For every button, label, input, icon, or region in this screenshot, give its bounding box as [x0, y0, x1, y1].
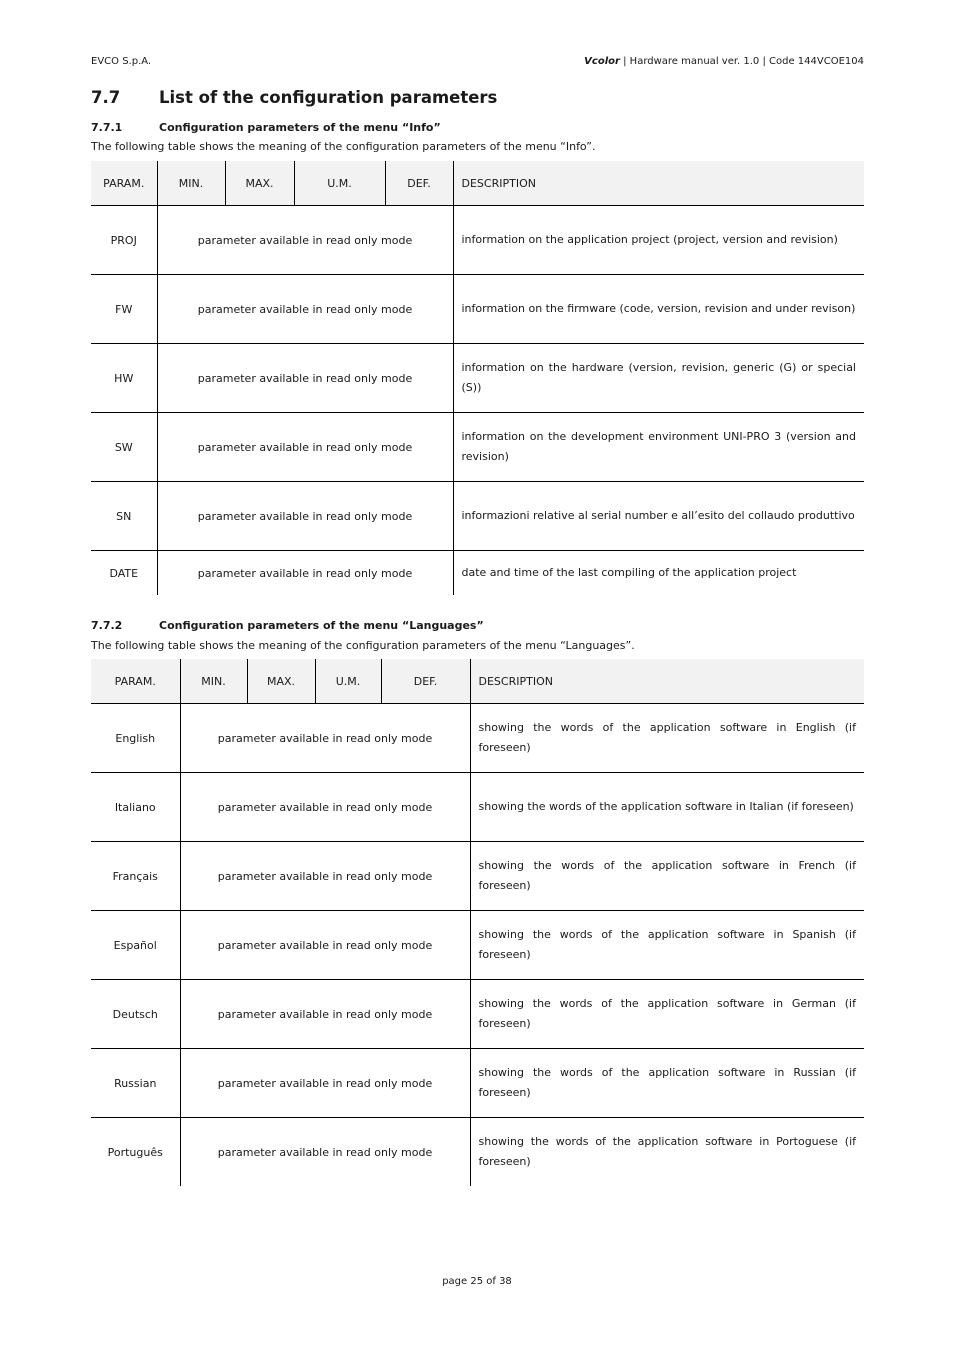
column-header-def: DEF. — [384, 161, 453, 206]
table-row: SN parameter available in read only mode… — [91, 481, 864, 551]
subsection-number: 7.7.1 — [91, 121, 123, 134]
subsection-intro-languages: The following table shows the meaning of… — [91, 639, 635, 652]
description-cell: information on the application project (… — [452, 205, 864, 275]
description-cell: information on the hardware (version, re… — [452, 343, 864, 413]
table-row: DATE parameter available in read only mo… — [91, 550, 864, 595]
value-cell: parameter available in read only mode — [179, 979, 470, 1049]
column-header-max: MAX. — [246, 659, 315, 704]
table-row: English parameter available in read only… — [91, 703, 864, 773]
value-cell: parameter available in read only mode — [179, 841, 470, 911]
value-cell: parameter available in read only mode — [156, 274, 453, 344]
subsection-heading-info: 7.7.1 Configuration parameters of the men… — [91, 121, 441, 134]
param-cell: PROJ — [91, 205, 157, 275]
value-cell: parameter available in read only mode — [179, 1048, 470, 1118]
section-title: List of the configuration parameters — [159, 88, 498, 107]
subsection-heading-languages: 7.7.2 Configuration parameters of the men… — [91, 619, 484, 632]
param-cell: Italiano — [91, 772, 180, 842]
header-product: Vcolor — [584, 56, 620, 67]
description-cell: information on the firmware (code, versi… — [452, 274, 864, 344]
column-header-param: PARAM. — [91, 659, 180, 704]
table-row: FW parameter available in read only mode… — [91, 274, 864, 344]
description-cell: information on the development environme… — [452, 412, 864, 482]
description-cell: date and time of the last compiling of t… — [452, 550, 864, 595]
table-row: HW parameter available in read only mode… — [91, 343, 864, 413]
section-number: 7.7 — [91, 88, 121, 107]
param-cell: Russian — [91, 1048, 180, 1118]
column-header-um: U.M. — [293, 161, 385, 206]
table-header-row: PARAM. MIN. MAX. U.M. DEF. DESCRIPTION — [91, 161, 864, 206]
param-cell: English — [91, 703, 180, 773]
description-cell: showing the words of the application sof… — [469, 772, 864, 842]
description-cell: showing the words of the application sof… — [469, 841, 864, 911]
table-row: PROJ parameter available in read only mo… — [91, 205, 864, 275]
table-row: Deutsch parameter available in read only… — [91, 979, 864, 1049]
param-cell: Deutsch — [91, 979, 180, 1049]
description-cell: showing the words of the application sof… — [469, 1117, 864, 1186]
description-cell: informazioni relative al serial number e… — [452, 481, 864, 551]
param-cell: SW — [91, 412, 157, 482]
header-company: EVCO S.p.A. — [91, 56, 152, 67]
value-cell: parameter available in read only mode — [179, 772, 470, 842]
table-header-row: PARAM. MIN. MAX. U.M. DEF. DESCRIPTION — [91, 659, 864, 704]
column-header-def: DEF. — [380, 659, 470, 704]
column-header-description: DESCRIPTION — [452, 161, 864, 206]
column-header-param: PARAM. — [91, 161, 157, 206]
description-cell: showing the words of the application sof… — [469, 703, 864, 773]
subsection-title: Configuration parameters of the menu “In… — [159, 121, 441, 134]
value-cell: parameter available in read only mode — [156, 343, 453, 413]
description-cell: showing the words of the application sof… — [469, 979, 864, 1049]
value-cell: parameter available in read only mode — [179, 703, 470, 773]
param-cell: Português — [91, 1117, 180, 1186]
table-row: Français parameter available in read onl… — [91, 841, 864, 911]
param-cell: SN — [91, 481, 157, 551]
table-row: Português parameter available in read on… — [91, 1117, 864, 1186]
section-heading: 7.7 List of the configuration parameters — [91, 88, 497, 107]
param-cell: Français — [91, 841, 180, 911]
subsection-title: Configuration parameters of the menu “La… — [159, 619, 484, 632]
param-cell: DATE — [91, 550, 157, 595]
param-cell: Español — [91, 910, 180, 980]
table-row: Español parameter available in read only… — [91, 910, 864, 980]
column-header-description: DESCRIPTION — [469, 659, 864, 704]
subsection-intro-info: The following table shows the meaning of… — [91, 140, 596, 153]
table-row: Italiano parameter available in read onl… — [91, 772, 864, 842]
description-cell: showing the words of the application sof… — [469, 1048, 864, 1118]
description-cell: showing the words of the application sof… — [469, 910, 864, 980]
value-cell: parameter available in read only mode — [156, 205, 453, 275]
value-cell: parameter available in read only mode — [156, 550, 453, 595]
header-manual: | Hardware manual ver. 1.0 | Code 144VCO… — [619, 56, 864, 67]
param-cell: FW — [91, 274, 157, 344]
info-parameters-table: PARAM. MIN. MAX. U.M. DEF. DESCRIPTION P… — [91, 161, 864, 595]
subsection-number: 7.7.2 — [91, 619, 123, 632]
column-header-min: MIN. — [156, 161, 225, 206]
value-cell: parameter available in read only mode — [179, 910, 470, 980]
table-row: Russian parameter available in read only… — [91, 1048, 864, 1118]
column-header-min: MIN. — [179, 659, 247, 704]
languages-parameters-table: PARAM. MIN. MAX. U.M. DEF. DESCRIPTION E… — [91, 659, 864, 1186]
column-header-max: MAX. — [224, 161, 294, 206]
param-cell: HW — [91, 343, 157, 413]
header-document-info: Vcolor | Hardware manual ver. 1.0 | Code… — [584, 56, 864, 67]
value-cell: parameter available in read only mode — [179, 1117, 470, 1186]
page-number: page 25 of 38 — [442, 1276, 512, 1287]
value-cell: parameter available in read only mode — [156, 481, 453, 551]
table-row: SW parameter available in read only mode… — [91, 412, 864, 482]
value-cell: parameter available in read only mode — [156, 412, 453, 482]
column-header-um: U.M. — [314, 659, 381, 704]
